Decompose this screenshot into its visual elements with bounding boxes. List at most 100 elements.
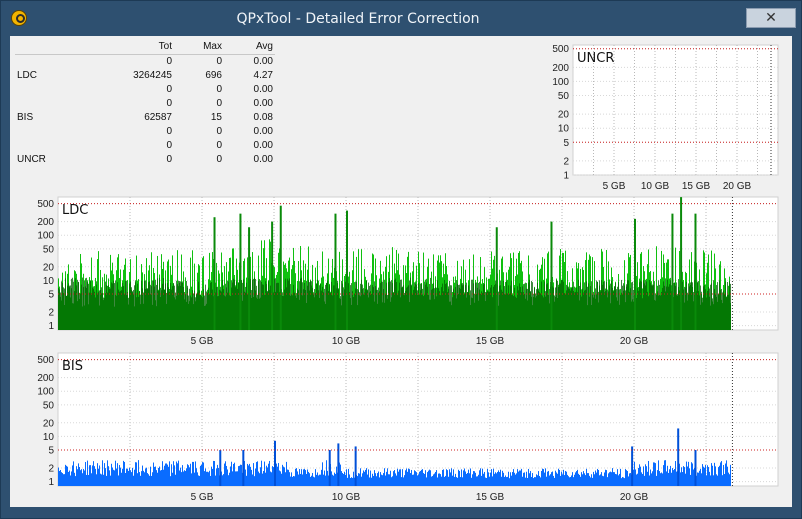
stats-row-label: LDC — [17, 70, 38, 81]
header-tot: Tot — [158, 41, 172, 52]
bar — [215, 475, 216, 486]
bar — [167, 283, 168, 330]
bar — [266, 465, 267, 486]
bar — [58, 467, 59, 486]
bar — [196, 468, 197, 486]
bar — [412, 474, 413, 486]
bar — [131, 287, 132, 330]
bar — [72, 277, 73, 330]
bar — [708, 286, 709, 330]
bar — [366, 468, 367, 486]
bar — [66, 465, 67, 486]
bar — [201, 295, 202, 330]
bar — [515, 474, 516, 486]
bar — [418, 282, 419, 330]
bar — [617, 469, 618, 486]
bar — [580, 476, 581, 486]
bar — [250, 466, 251, 486]
bar — [111, 463, 112, 486]
bar — [283, 466, 284, 486]
bar — [539, 476, 540, 486]
bar — [434, 288, 435, 330]
bar — [701, 473, 702, 486]
bar — [388, 474, 389, 486]
bar — [150, 284, 151, 330]
bar — [225, 283, 226, 330]
bar — [576, 287, 577, 330]
bar — [542, 468, 543, 486]
bar — [392, 476, 393, 486]
bar — [186, 468, 187, 486]
bar — [512, 295, 513, 330]
bar — [161, 469, 162, 486]
bar — [455, 473, 456, 486]
bar — [240, 464, 241, 486]
title-bar[interactable]: QPxTool - Detailed Error Correction ✕ — [1, 1, 801, 35]
bar — [501, 289, 502, 330]
bar — [566, 284, 567, 330]
bar — [75, 476, 76, 486]
stats-row: 0 0 0.00 — [15, 139, 275, 153]
bar — [174, 285, 175, 330]
bar — [127, 468, 128, 486]
bar — [663, 281, 664, 330]
bar — [338, 288, 339, 330]
bar — [296, 293, 297, 330]
bar — [329, 285, 330, 330]
bar — [169, 291, 170, 330]
bar — [627, 280, 628, 330]
bar — [73, 281, 74, 330]
bar — [176, 461, 177, 486]
bar — [411, 469, 412, 486]
bar — [389, 474, 390, 486]
bar — [96, 281, 97, 330]
bar — [600, 291, 601, 330]
bar — [691, 281, 692, 330]
bar — [311, 475, 312, 486]
close-button[interactable]: ✕ — [746, 8, 796, 28]
bar — [107, 460, 108, 486]
bar — [202, 297, 203, 330]
bar — [530, 291, 531, 330]
bar — [90, 280, 91, 330]
bar — [487, 290, 488, 330]
bar — [301, 277, 302, 330]
bar — [224, 295, 225, 330]
bar — [394, 469, 395, 486]
bar — [106, 285, 107, 330]
bar — [117, 282, 118, 330]
bar — [308, 471, 309, 486]
bar — [728, 294, 729, 330]
bar — [624, 285, 625, 330]
bar — [559, 469, 560, 486]
bar — [603, 281, 604, 330]
bar — [573, 477, 574, 486]
bar — [211, 466, 212, 486]
bar — [589, 296, 590, 330]
bar — [590, 286, 591, 330]
bar — [480, 293, 481, 330]
bar — [542, 295, 543, 330]
bar — [725, 463, 726, 486]
bar — [60, 292, 61, 330]
bar — [494, 473, 495, 486]
bar — [169, 461, 170, 486]
bar — [547, 283, 548, 330]
bar — [544, 281, 545, 330]
bar — [112, 283, 113, 330]
bar — [457, 283, 458, 330]
bar — [133, 475, 134, 486]
bar — [663, 465, 664, 486]
bar — [361, 279, 362, 330]
bar — [560, 475, 561, 486]
bar — [730, 283, 731, 330]
bar — [91, 292, 92, 330]
bar — [646, 281, 647, 330]
bar — [684, 286, 685, 330]
bar — [414, 282, 415, 330]
bar — [527, 288, 528, 330]
bar — [370, 284, 371, 330]
bis-chart: 5002001005020105215 GB 10 GB 15 GB 20 GBBIS — [37, 352, 779, 503]
bar — [232, 282, 233, 330]
bar — [203, 462, 204, 486]
